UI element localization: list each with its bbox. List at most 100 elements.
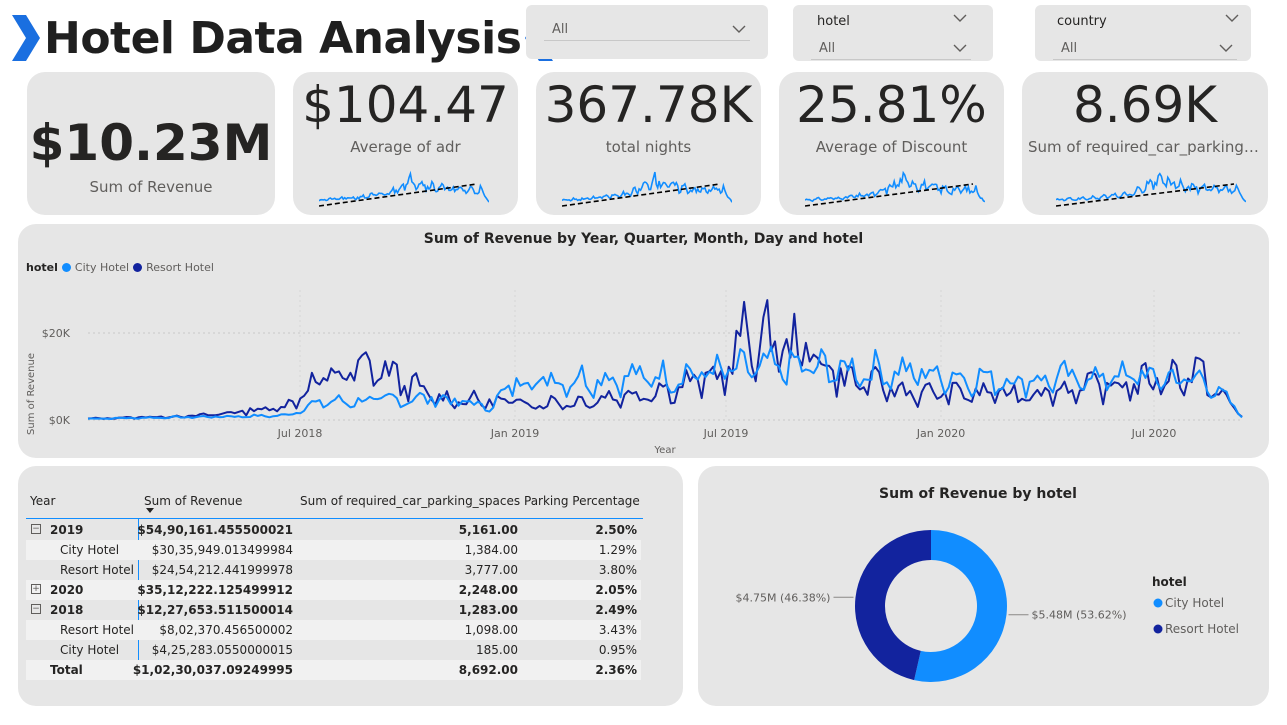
- kpi-card-total-nights: 367.78K total nights: [536, 72, 761, 215]
- cell-pct: 2.50%: [595, 523, 637, 537]
- kpi-value: 25.81%: [796, 76, 987, 134]
- slicer-hotel: hotel All: [793, 5, 993, 61]
- cell-revenue: $1,02,30,037.09249995: [132, 663, 293, 677]
- kpi-value: $104.47: [302, 76, 509, 134]
- y-tick-label: $20K: [42, 327, 71, 340]
- x-tick-label: Jan 2020: [916, 427, 965, 440]
- trend-line: [319, 183, 478, 207]
- cell-label: 2018: [50, 603, 84, 617]
- cell-pct: 3.80%: [598, 563, 637, 577]
- cell-parking: 1,384.00: [464, 543, 518, 557]
- x-axis-label: Year: [653, 445, 676, 456]
- x-tick-label: Jul 2018: [277, 427, 323, 440]
- cell-label: City Hotel: [60, 643, 120, 657]
- cell-parking: 2,248.00: [458, 583, 518, 597]
- cell-pct: 3.43%: [598, 623, 637, 637]
- table-row[interactable]: City Hotel $4,25,283.0550000015 185.00 0.95…: [26, 640, 641, 660]
- legend-item[interactable]: Resort Hotel: [1165, 622, 1239, 636]
- column-header-revenue[interactable]: Sum of Revenue: [144, 494, 242, 508]
- table-row[interactable]: City Hotel $30,35,949.013499984 1,384.00 1.…: [26, 540, 641, 560]
- cell-parking: 3,777.00: [464, 563, 518, 577]
- legend-dot: [1153, 598, 1163, 608]
- trend-line: [562, 183, 721, 207]
- series-line-resort-hotel: [87, 299, 1243, 420]
- chevron-down-icon[interactable]: [953, 13, 967, 23]
- sparkline-series: [319, 170, 489, 203]
- data-label: $5.48M (53.62%): [1032, 609, 1127, 622]
- revenue-table: Year Sum of Revenue Sum of required_car_…: [18, 466, 683, 706]
- cell-label: 2020: [50, 583, 84, 597]
- y-axis-label: Sum of Revenue: [26, 353, 37, 435]
- slicer-hotel-value: All: [819, 41, 836, 56]
- donut-plot: $5.48M (53.62%) $4.75M (46.38%) hotel City …: [735, 530, 1239, 682]
- header-divider: [26, 518, 643, 519]
- table-row[interactable]: −2018 $12,27,653.511500014 1,283.00 2.49%: [26, 600, 641, 620]
- kpi-card-parking: 8.69K Sum of required_car_parking_spaces: [1022, 72, 1268, 215]
- chevron-down-icon: [953, 43, 967, 53]
- column-header-year[interactable]: Year: [30, 494, 55, 508]
- table-row[interactable]: Resort Hotel $24,54,212.441999978 3,777.00…: [26, 560, 641, 580]
- title-banner: Hotel Data Analysis: [10, 8, 555, 68]
- slicer-country-value: All: [1061, 41, 1078, 56]
- cell-label: Total: [50, 663, 83, 677]
- slicer-hotel-dropdown[interactable]: All: [811, 38, 971, 60]
- column-header-parking-pct[interactable]: Parking Percentage: [524, 494, 640, 508]
- kpi-card-discount: 25.81% Average of Discount: [779, 72, 1004, 215]
- slicer-first-value: All: [552, 22, 569, 37]
- expand-icon[interactable]: +: [31, 584, 41, 594]
- cell-pct: 2.36%: [595, 663, 637, 677]
- cell-parking: 185.00: [476, 643, 518, 657]
- cell-pct: 1.29%: [598, 543, 637, 557]
- kpi-label: Average of adr: [350, 138, 461, 156]
- table-row[interactable]: Resort Hotel $8,02,370.456500002 1,098.00 3…: [26, 620, 641, 640]
- collapse-icon[interactable]: −: [31, 524, 41, 534]
- data-label: $4.75M (46.38%): [735, 591, 830, 604]
- kpi-value: 367.78K: [544, 76, 753, 134]
- cell-revenue: $54,90,161.455500021: [137, 523, 293, 537]
- chevron-down-icon[interactable]: [1225, 13, 1239, 23]
- cell-label: 2019: [50, 523, 84, 537]
- sparkline: [562, 171, 732, 207]
- legend-item[interactable]: City Hotel: [1165, 596, 1224, 610]
- cell-revenue: $30,35,949.013499984: [151, 543, 293, 557]
- table-row[interactable]: −2019 $54,90,161.455500021 5,161.00 2.50%: [26, 520, 641, 540]
- sparkline-series: [805, 170, 985, 203]
- sparkline: [805, 170, 985, 207]
- table-row[interactable]: Total $1,02,30,037.09249995 8,692.00 2.36%: [26, 660, 641, 680]
- x-tick-label: Jul 2020: [1131, 427, 1177, 440]
- kpi-label: total nights: [605, 138, 692, 156]
- page-title: Hotel Data Analysis: [44, 12, 522, 64]
- kpi-value: $10.23M: [29, 114, 273, 172]
- y-tick-label: $0K: [49, 414, 71, 427]
- cell-parking: 1,283.00: [458, 603, 518, 617]
- series-line-city-hotel: [87, 345, 1243, 420]
- trend-line: [1056, 183, 1235, 207]
- revenue-line-chart[interactable]: Sum of Revenue by Year, Quarter, Month, …: [18, 224, 1269, 458]
- sort-desc-icon: [146, 508, 154, 513]
- table-row[interactable]: +2020 $35,12,222.125499912 2,248.00 2.05%: [26, 580, 641, 600]
- kpi-label: Sum of Revenue: [89, 178, 213, 196]
- legend-title: hotel: [1152, 575, 1187, 589]
- slicer-country-dropdown[interactable]: All: [1053, 38, 1237, 60]
- cell-label: City Hotel: [60, 543, 120, 557]
- cell-parking: 8,692.00: [458, 663, 518, 677]
- cell-parking: 1,098.00: [464, 623, 518, 637]
- kpi-card-revenue: $10.23M Sum of Revenue: [27, 72, 275, 215]
- cell-pct: 0.95%: [598, 643, 637, 657]
- cell-revenue: $4,25,283.0550000015: [151, 643, 293, 657]
- cell-pct: 2.49%: [595, 603, 637, 617]
- line-plot: Sum of Revenue $20K $0K Jul 2018 Jan 201…: [26, 290, 1243, 456]
- cell-revenue: $24,54,212.441999978: [151, 563, 293, 577]
- cell-parking: 5,161.00: [458, 523, 518, 537]
- slicer-first-dropdown[interactable]: All: [544, 19, 750, 41]
- chevron-right-icon: [12, 15, 40, 61]
- kpi-value: 8.69K: [1072, 76, 1218, 134]
- slicer-country: country All: [1035, 5, 1251, 61]
- collapse-icon[interactable]: −: [31, 604, 41, 614]
- column-header-parking[interactable]: Sum of required_car_parking_spaces: [300, 494, 520, 508]
- slicer-first: All: [526, 5, 768, 59]
- revenue-donut-chart[interactable]: Sum of Revenue by hotel $5.48M (53.62%) $…: [698, 466, 1269, 706]
- sparkline: [319, 170, 489, 207]
- cell-pct: 2.05%: [595, 583, 637, 597]
- kpi-label: Sum of required_car_parking_spaces: [1028, 138, 1262, 156]
